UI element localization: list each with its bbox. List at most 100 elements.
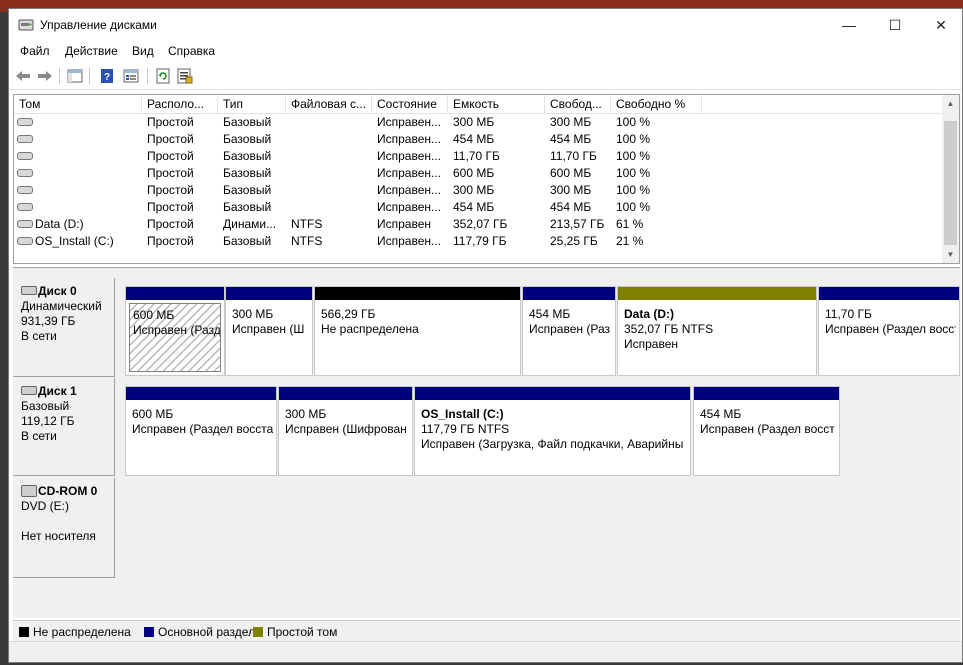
toolbar: ? bbox=[9, 63, 962, 90]
partition-block[interactable]: 600 МБ Исправен (Раздел восста bbox=[125, 386, 277, 476]
cell-type: Базовый bbox=[223, 132, 272, 146]
disk-0-label[interactable]: Диск 0 Динамический 931,39 ГБ В сети bbox=[13, 278, 115, 377]
column-header-free-percent[interactable]: Свободно % bbox=[611, 95, 702, 113]
cell-free: 600 МБ bbox=[550, 166, 592, 180]
cell-type: Базовый bbox=[223, 149, 272, 163]
column-header-volume[interactable]: Том bbox=[14, 95, 142, 113]
table-row[interactable]: Простой Базовый Исправен... 454 МБ 454 МБ 100… bbox=[14, 199, 944, 216]
column-header-capacity[interactable]: Емкость bbox=[448, 95, 545, 113]
cell-free: 300 МБ bbox=[550, 183, 592, 197]
volume-icon bbox=[17, 202, 33, 211]
partition-block[interactable]: OS_Install (C:) 117,79 ГБ NTFS Исправен (З… bbox=[414, 386, 691, 476]
minimize-button[interactable]: — bbox=[826, 9, 872, 41]
console-tree-icon[interactable] bbox=[65, 66, 85, 86]
scroll-up-arrow-icon[interactable]: ▲ bbox=[942, 95, 959, 112]
volume-icon bbox=[17, 117, 33, 126]
cell-volume bbox=[14, 199, 142, 216]
forward-icon[interactable] bbox=[35, 66, 55, 86]
cdrom-0-label[interactable]: CD-ROM 0 DVD (E:) Нет носителя bbox=[13, 478, 115, 578]
cell-free-percent: 100 % bbox=[616, 132, 651, 146]
menu-file[interactable]: Файл bbox=[20, 44, 50, 58]
partition-status: Исправен (Шифрован bbox=[285, 422, 407, 436]
partition-block[interactable]: 300 МБ Исправен (Ш bbox=[225, 286, 313, 376]
partition-size: 600 МБ bbox=[133, 308, 175, 322]
disk-kind: DVD (E:) bbox=[21, 499, 69, 513]
menu-help[interactable]: Справка bbox=[168, 44, 215, 58]
partition-block[interactable]: 454 МБ Исправен (Раз bbox=[522, 286, 616, 376]
cell-status: Исправен... bbox=[377, 115, 442, 129]
partition-block[interactable]: 11,70 ГБ Исправен (Раздел восста bbox=[818, 286, 960, 376]
partition-status: Исправен (Разд bbox=[133, 323, 221, 337]
cell-status: Исправен... bbox=[377, 200, 442, 214]
disk-kind: Динамический bbox=[21, 299, 102, 313]
disk-kind: Базовый bbox=[21, 399, 70, 413]
refresh-icon[interactable] bbox=[153, 66, 173, 86]
partition-size: 300 МБ bbox=[232, 307, 274, 321]
partition-type-band bbox=[415, 387, 690, 400]
partition-block[interactable]: 454 МБ Исправен (Раздел восст bbox=[693, 386, 840, 476]
partition-block[interactable]: Data (D:) 352,07 ГБ NTFS Исправен bbox=[617, 286, 817, 376]
partition-size: 566,29 ГБ bbox=[321, 307, 376, 321]
partition-details: 300 МБ Исправен (Шифрован bbox=[282, 403, 409, 472]
table-row[interactable]: Простой Базовый Исправен... 11,70 ГБ 11,70 Г… bbox=[14, 148, 944, 165]
close-button[interactable]: ✕ bbox=[918, 9, 963, 41]
volume-list[interactable]: Том Располо... Тип Файловая с... Состоян… bbox=[13, 94, 960, 264]
column-header-status[interactable]: Состояние bbox=[372, 95, 448, 113]
disk-1-label[interactable]: Диск 1 Базовый 119,12 ГБ В сети bbox=[13, 378, 115, 476]
disk-name: CD-ROM 0 bbox=[38, 484, 98, 498]
column-header-layout[interactable]: Располо... bbox=[142, 95, 218, 113]
cell-capacity: 117,79 ГБ bbox=[453, 234, 507, 248]
partition-type-band bbox=[315, 287, 520, 300]
partition-type-band bbox=[126, 287, 224, 300]
partition-block[interactable]: 300 МБ Исправен (Шифрован bbox=[278, 386, 413, 476]
cell-volume bbox=[14, 165, 142, 182]
cell-volume bbox=[14, 148, 142, 165]
partition-block[interactable]: 600 МБ Исправен (Разд bbox=[125, 286, 225, 376]
column-header-type[interactable]: Тип bbox=[218, 95, 286, 113]
cell-filesystem bbox=[286, 148, 372, 165]
disk-state: В сети bbox=[21, 329, 57, 343]
cell-filesystem bbox=[286, 182, 372, 199]
legend-swatch bbox=[253, 626, 263, 637]
partition-size: 454 МБ bbox=[529, 307, 571, 321]
table-row[interactable]: Data (D:) Простой Динами... NTFS Исправен 352… bbox=[14, 216, 944, 233]
cell-capacity: 300 МБ bbox=[453, 115, 495, 129]
cell-filesystem: NTFS bbox=[291, 234, 323, 248]
table-row[interactable]: Простой Базовый Исправен... 300 МБ 300 МБ 100… bbox=[14, 114, 944, 131]
cell-layout: Простой bbox=[147, 217, 194, 231]
partition-status: Не распределена bbox=[321, 322, 419, 336]
partition-size: 600 МБ bbox=[132, 407, 174, 421]
table-row[interactable]: Простой Базовый Исправен... 454 МБ 454 МБ 100… bbox=[14, 131, 944, 148]
cell-capacity: 454 МБ bbox=[453, 200, 495, 214]
column-header-filesystem[interactable]: Файловая с... bbox=[286, 95, 372, 113]
cell-type: Динами... bbox=[223, 217, 277, 231]
disk-name: Диск 0 bbox=[38, 284, 77, 298]
partition-type-band bbox=[618, 287, 816, 300]
cell-capacity: 600 МБ bbox=[453, 166, 495, 180]
cell-status: Исправен... bbox=[377, 149, 442, 163]
menu-action[interactable]: Действие bbox=[65, 44, 118, 58]
table-row[interactable]: OS_Install (C:) Простой Базовый NTFS Исправе… bbox=[14, 233, 944, 250]
scrollbar-thumb[interactable] bbox=[944, 121, 957, 245]
cell-free: 25,25 ГБ bbox=[550, 234, 598, 248]
partition-size: 352,07 ГБ NTFS bbox=[624, 322, 714, 336]
help-icon[interactable]: ? bbox=[97, 66, 117, 86]
volume-list-scrollbar[interactable]: ▲ ▼ bbox=[942, 95, 959, 263]
properties-icon[interactable] bbox=[121, 66, 141, 86]
partition-block[interactable]: 566,29 ГБ Не распределена bbox=[314, 286, 521, 376]
cell-free-percent: 100 % bbox=[616, 115, 651, 129]
cell-filesystem bbox=[286, 114, 372, 131]
menu-view[interactable]: Вид bbox=[132, 44, 154, 58]
cell-layout: Простой bbox=[147, 166, 194, 180]
scroll-down-arrow-icon[interactable]: ▼ bbox=[942, 246, 959, 263]
partition-details: OS_Install (C:) 117,79 ГБ NTFS Исправен (З… bbox=[418, 403, 687, 472]
export-list-icon[interactable] bbox=[175, 66, 195, 86]
maximize-button[interactable]: ☐ bbox=[872, 9, 918, 41]
column-header-free[interactable]: Свобод... bbox=[545, 95, 611, 113]
title-bar: Управление дисками — ☐ ✕ bbox=[9, 9, 962, 41]
table-row[interactable]: Простой Базовый Исправен... 300 МБ 300 МБ 100… bbox=[14, 182, 944, 199]
back-icon[interactable] bbox=[13, 66, 33, 86]
table-row[interactable]: Простой Базовый Исправен... 600 МБ 600 МБ 100… bbox=[14, 165, 944, 182]
cell-status: Исправен bbox=[377, 217, 432, 231]
